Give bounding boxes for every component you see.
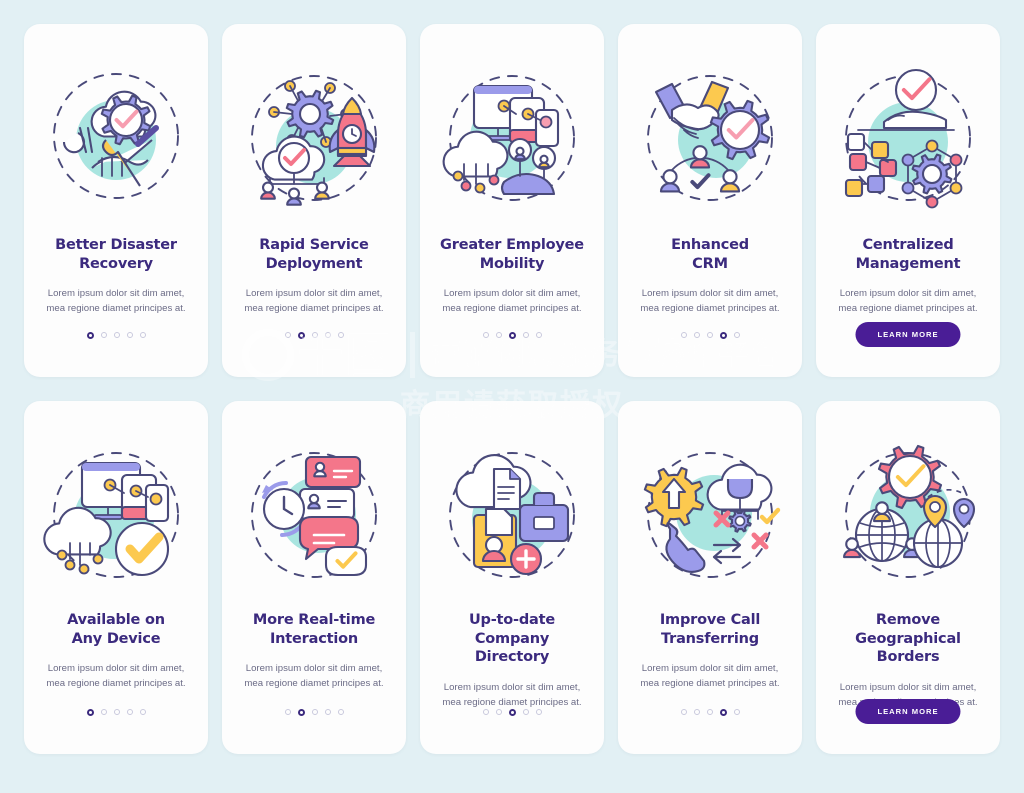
handshake-gear-check-users-icon	[630, 58, 790, 218]
pagination-dots[interactable]	[420, 332, 604, 339]
pagination-dot-1[interactable]	[482, 332, 489, 338]
card-title: Better Disaster Recovery	[55, 237, 177, 272]
pagination-dot-1[interactable]	[86, 709, 94, 716]
card-title: Enhanced CRM	[671, 237, 749, 272]
pagination-dot-4[interactable]	[522, 709, 529, 715]
card-title: More Real-time Interaction	[252, 612, 376, 647]
pagination-dot-5[interactable]	[733, 332, 740, 338]
pagination-dot-2[interactable]	[495, 709, 502, 715]
card-title: Greater Employee Mobility	[440, 237, 584, 272]
card-description: Lorem ipsum dolor sit dim amet, mea regi…	[640, 663, 780, 689]
onboarding-card-centralized-management[interactable]: Centralized Management Lorem ipsum dolor s…	[816, 24, 1000, 377]
pagination-dot-3[interactable]	[508, 332, 516, 339]
pagination-dot-1[interactable]	[284, 709, 291, 715]
pagination-dot-2[interactable]	[100, 709, 107, 715]
pagination-dot-3[interactable]	[706, 709, 713, 715]
handshake-cloud-gear-wrench-icon	[36, 58, 196, 218]
pagination-dot-4[interactable]	[719, 332, 727, 339]
pagination-dot-3[interactable]	[113, 332, 120, 338]
pagination-dot-3[interactable]	[311, 709, 318, 715]
pagination-dots[interactable]	[24, 709, 208, 716]
hand-check-nodes-gear-icon	[828, 58, 988, 218]
onboarding-card-enhanced-crm[interactable]: Enhanced CRM Lorem ipsum dolor sit dim ame…	[618, 24, 802, 377]
pagination-dot-1[interactable]	[284, 332, 291, 338]
pagination-dot-5[interactable]	[535, 709, 542, 715]
card-description: Lorem ipsum dolor sit dim amet, mea regi…	[46, 663, 186, 689]
pagination-dot-2[interactable]	[297, 709, 305, 716]
onboarding-card-more-real-time-interaction[interactable]: More Real-time Interaction Lorem ipsum dol…	[222, 401, 406, 754]
card-description: Lorem ipsum dolor sit dim amet, mea regi…	[442, 288, 582, 314]
card-description: Lorem ipsum dolor sit dim amet, mea regi…	[442, 681, 582, 708]
card-title: Rapid Service Deployment	[259, 237, 369, 272]
card-title: Remove Geographical Borders	[855, 612, 961, 666]
pagination-dot-4[interactable]	[324, 709, 331, 715]
pagination-dot-1[interactable]	[680, 332, 687, 338]
onboarding-card-greater-employee-mobility[interactable]: Greater Employee Mobility Lorem ipsum dolo…	[420, 24, 604, 377]
pagination-dot-1[interactable]	[86, 332, 94, 339]
onboarding-card-available-on-any-device[interactable]: Available on Any Device Lorem ipsum dolor …	[24, 401, 208, 754]
pagination-dots[interactable]	[420, 709, 604, 716]
onboarding-card-up-to-date-company-directory[interactable]: Up-to-date Company Directory Lorem ipsum do…	[420, 401, 604, 754]
pagination-dot-1[interactable]	[482, 709, 489, 715]
onboarding-card-improve-call-transferring[interactable]: Improve Call Transferring Lorem ipsum dolo…	[618, 401, 802, 754]
gear-check-globe-users-pins-icon	[828, 435, 988, 595]
gear-arrow-phone-cloud-transfer-icon	[630, 435, 790, 595]
devices-cloud-globe-users-icon	[432, 58, 592, 218]
card-description: Lorem ipsum dolor sit dim amet, mea regi…	[244, 663, 384, 689]
pagination-dot-5[interactable]	[139, 709, 146, 715]
pagination-dot-5[interactable]	[139, 332, 146, 338]
pagination-dot-4[interactable]	[126, 709, 133, 715]
learn-more-button[interactable]: LEARN MORE	[855, 322, 961, 347]
card-title: Centralized Management	[855, 237, 961, 272]
pagination-dots[interactable]	[618, 332, 802, 339]
pagination-dot-1[interactable]	[680, 709, 687, 715]
card-title: Improve Call Transferring	[659, 612, 761, 647]
pagination-dot-5[interactable]	[535, 332, 542, 338]
pagination-dot-4[interactable]	[126, 332, 133, 338]
pagination-dot-3[interactable]	[311, 332, 318, 338]
card-grid: Better Disaster Recovery Lorem ipsum dolor…	[0, 0, 1024, 778]
pagination-dot-5[interactable]	[733, 709, 740, 715]
card-description: Lorem ipsum dolor sit dim amet, mea regi…	[244, 288, 384, 314]
pagination-dot-2[interactable]	[297, 332, 305, 339]
pagination-dots[interactable]	[222, 709, 406, 716]
onboarding-card-remove-geographical-borders[interactable]: Remove Geographical Borders Lorem ipsum dol…	[816, 401, 1000, 754]
pagination-dot-4[interactable]	[522, 332, 529, 338]
pagination-dots[interactable]	[222, 332, 406, 339]
pagination-dot-4[interactable]	[324, 332, 331, 338]
card-description: Lorem ipsum dolor sit dim amet, mea regi…	[640, 288, 780, 314]
pagination-dot-3[interactable]	[706, 332, 713, 338]
pagination-dot-2[interactable]	[693, 709, 700, 715]
onboarding-card-rapid-service-deployment[interactable]: Rapid Service Deployment Lorem ipsum dolor…	[222, 24, 406, 377]
pagination-dot-3[interactable]	[113, 709, 120, 715]
card-description: Lorem ipsum dolor sit dim amet, mea regi…	[838, 288, 978, 314]
monitor-tablet-phone-cloud-check-icon	[36, 435, 196, 595]
pagination-dots[interactable]	[24, 332, 208, 339]
cloud-document-briefcase-profile-add-icon	[432, 435, 592, 595]
card-description: Lorem ipsum dolor sit dim amet, mea regi…	[46, 288, 186, 314]
pagination-dot-2[interactable]	[693, 332, 700, 338]
pagination-dots[interactable]	[618, 709, 802, 716]
pagination-dot-2[interactable]	[100, 332, 107, 338]
poster-canvas: 千图 营销创意服务与协作平台 商用请获取授权 Better Disaster Re…	[0, 0, 1024, 793]
pagination-dot-2[interactable]	[495, 332, 502, 338]
card-title: Up-to-date Company Directory	[468, 612, 555, 666]
chat-bubbles-clock-check-icon	[234, 435, 394, 595]
card-title: Available on Any Device	[67, 612, 165, 647]
gear-rocket-cloud-users-icon	[234, 58, 394, 218]
pagination-dot-3[interactable]	[508, 709, 516, 716]
onboarding-card-better-disaster-recovery[interactable]: Better Disaster Recovery Lorem ipsum dolor…	[24, 24, 208, 377]
pagination-dot-5[interactable]	[337, 332, 344, 338]
pagination-dot-4[interactable]	[719, 709, 727, 716]
learn-more-button[interactable]: LEARN MORE	[855, 699, 961, 724]
pagination-dot-5[interactable]	[337, 709, 344, 715]
